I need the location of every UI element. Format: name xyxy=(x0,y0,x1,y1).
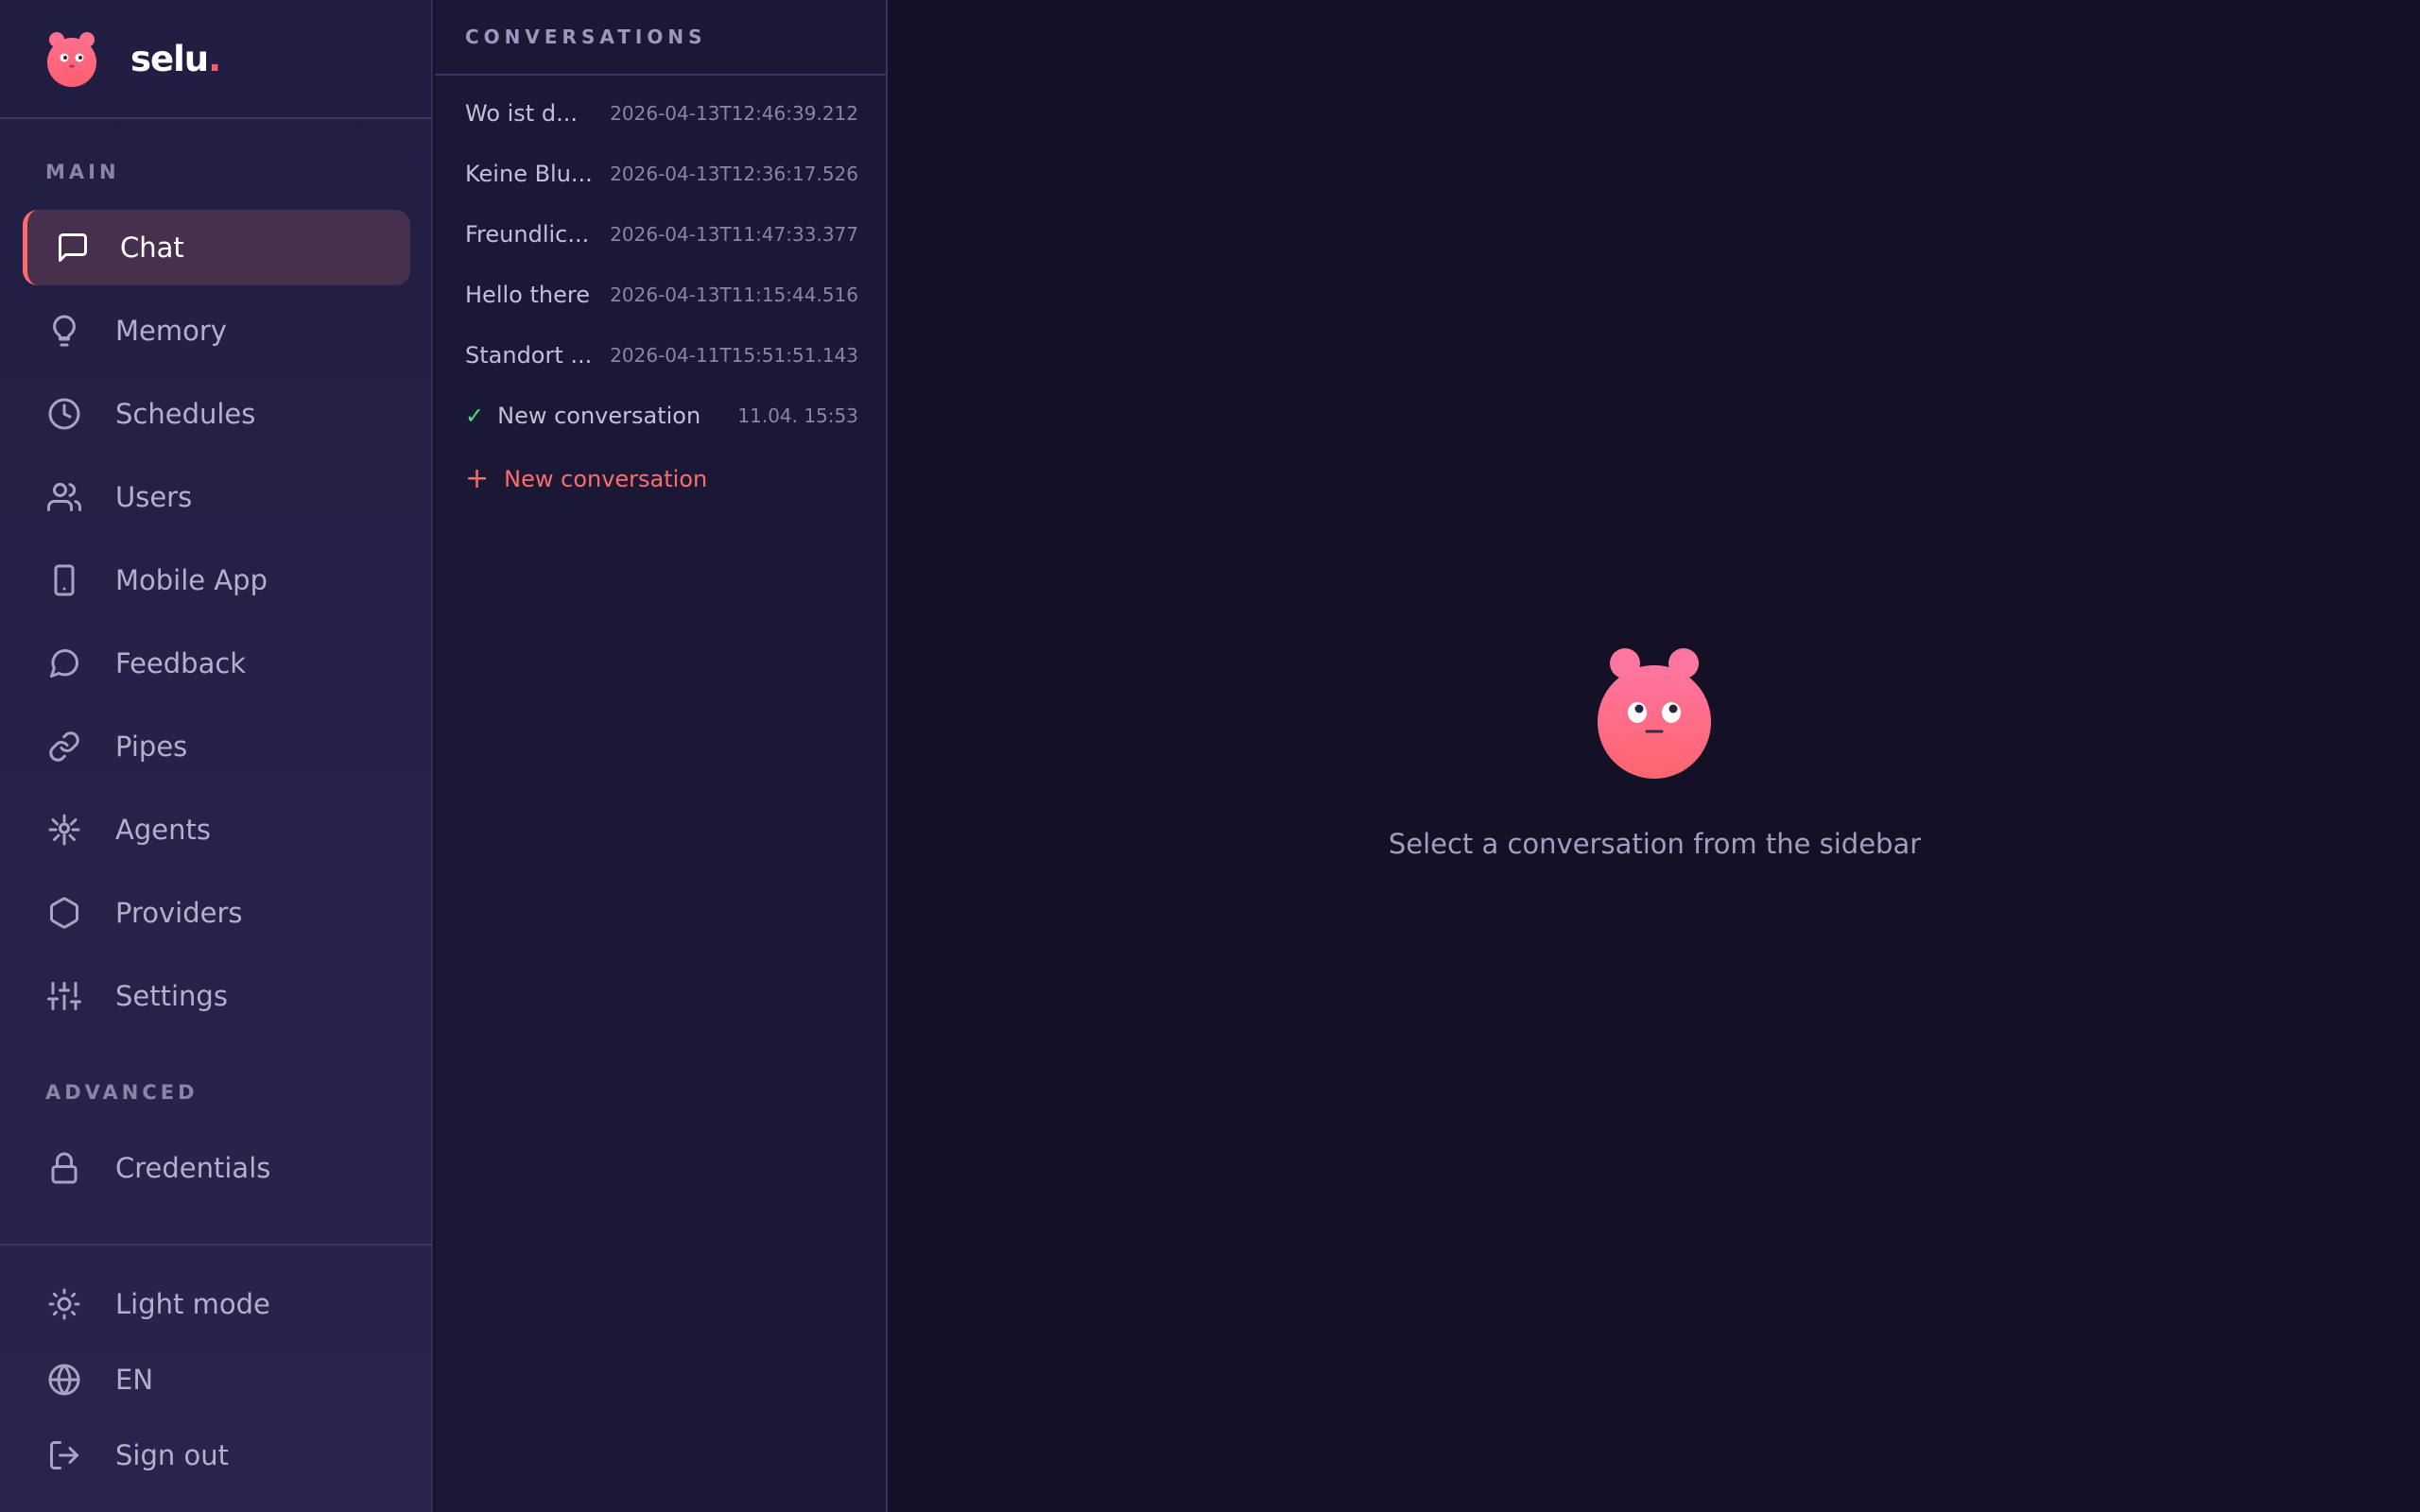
nav-item-memory[interactable]: Memory xyxy=(23,293,410,369)
nav-item-agents[interactable]: Agents xyxy=(23,792,410,868)
brand-name-text: selu xyxy=(130,38,209,79)
conversation-item[interactable]: Wo ist d... 2026-04-13T12:46:39.212 xyxy=(465,94,858,132)
agent-icon xyxy=(45,811,83,849)
nav-item-label: Pipes xyxy=(115,730,188,763)
nav-item-label: Chat xyxy=(120,232,184,264)
selu-bear-logo xyxy=(45,30,98,87)
new-conversation-button[interactable]: + New conversation xyxy=(465,465,707,493)
nav-item-providers[interactable]: Providers xyxy=(23,875,410,951)
conversation-time: 2026-04-13T12:36:17.526 xyxy=(610,163,858,185)
conversation-title: Freundlic... xyxy=(465,221,590,248)
nav-item-credentials[interactable]: Credentials xyxy=(23,1130,410,1206)
plus-icon: + xyxy=(465,462,490,495)
nav-item-label: Sign out xyxy=(115,1439,229,1471)
section-label-advanced: ADVANCED xyxy=(45,1081,199,1104)
sign-out-button[interactable]: Sign out xyxy=(23,1418,410,1493)
sun-icon xyxy=(45,1285,83,1323)
link-icon xyxy=(45,728,83,765)
conversation-title: New conversation xyxy=(497,403,701,429)
conversation-time: 2026-04-13T11:47:33.377 xyxy=(610,223,858,246)
brand[interactable]: selu. xyxy=(0,0,431,119)
conversation-time: 2026-04-11T15:51:51.143 xyxy=(610,344,858,367)
nav-item-label: Providers xyxy=(115,897,243,929)
nav-item-label: Agents xyxy=(115,814,211,846)
conversation-item[interactable]: Standort ... 2026-04-11T15:51:51.143 xyxy=(465,336,858,374)
sliders-icon xyxy=(45,977,83,1015)
log-out-icon xyxy=(45,1436,83,1474)
conversation-title: Wo ist d... xyxy=(465,100,578,127)
nav-item-label: Schedules xyxy=(115,398,256,430)
main-sidebar: selu. MAIN Chat Memory Schedules Users M… xyxy=(0,0,433,1512)
users-icon xyxy=(45,478,83,516)
nav-item-feedback[interactable]: Feedback xyxy=(23,626,410,701)
check-icon: ✓ xyxy=(465,403,485,429)
light-mode-toggle[interactable]: Light mode xyxy=(23,1266,410,1342)
conversation-title: Keine Blu... xyxy=(465,161,593,187)
conversations-header: CONVERSATIONS xyxy=(435,0,886,76)
conversations-panel: CONVERSATIONS Wo ist d... 2026-04-13T12:… xyxy=(435,0,888,1512)
conversation-time: 11.04. 15:53 xyxy=(737,404,858,427)
nav-item-label: Credentials xyxy=(115,1152,271,1184)
nav-item-users[interactable]: Users xyxy=(23,459,410,535)
nav-item-label: Mobile App xyxy=(115,564,268,596)
hexagon-icon xyxy=(45,894,83,932)
clock-icon xyxy=(45,395,83,433)
section-label-main: MAIN xyxy=(45,161,120,183)
nav-item-pipes[interactable]: Pipes xyxy=(23,709,410,784)
nav-item-label: Memory xyxy=(115,315,227,347)
conversation-item[interactable]: Freundlic... 2026-04-13T11:47:33.377 xyxy=(465,215,858,253)
nav-item-label: Light mode xyxy=(115,1288,270,1320)
conversation-item[interactable]: Hello there 2026-04-13T11:15:44.516 xyxy=(465,276,858,314)
nav-item-label: Users xyxy=(115,481,193,513)
message-square-icon xyxy=(54,229,92,266)
nav-item-settings[interactable]: Settings xyxy=(23,958,410,1034)
empty-state-message: Select a conversation from the sidebar xyxy=(1388,828,1922,860)
nav-item-chat[interactable]: Chat xyxy=(23,210,410,285)
nav-item-schedules[interactable]: Schedules xyxy=(23,376,410,452)
conversation-title: Standort ... xyxy=(465,342,593,369)
conversation-item[interactable]: ✓ New conversation 11.04. 15:53 xyxy=(465,397,858,435)
language-selector[interactable]: EN xyxy=(23,1342,410,1418)
conversation-title-group: ✓ New conversation xyxy=(465,403,700,429)
conversation-item[interactable]: Keine Blu... 2026-04-13T12:36:17.526 xyxy=(465,155,858,193)
bear-mascot-illustration xyxy=(1595,646,1714,779)
globe-icon xyxy=(45,1361,83,1399)
nav-item-label: Feedback xyxy=(115,647,247,679)
chat-main-area: Select a conversation from the sidebar xyxy=(890,0,2420,1512)
conversation-time: 2026-04-13T11:15:44.516 xyxy=(610,284,858,306)
lock-icon xyxy=(45,1149,83,1187)
new-conversation-label: New conversation xyxy=(504,466,708,492)
message-circle-icon xyxy=(45,644,83,682)
nav-item-label: Settings xyxy=(115,980,228,1012)
nav-item-label: EN xyxy=(115,1364,154,1396)
brand-dot: . xyxy=(208,38,221,79)
conversation-time: 2026-04-13T12:46:39.212 xyxy=(610,102,858,125)
nav-divider xyxy=(0,1244,433,1246)
smartphone-icon xyxy=(45,561,83,599)
nav-item-mobile-app[interactable]: Mobile App xyxy=(23,542,410,618)
brand-name: selu. xyxy=(130,38,221,79)
conversation-title: Hello there xyxy=(465,282,590,308)
lightbulb-icon xyxy=(45,312,83,350)
